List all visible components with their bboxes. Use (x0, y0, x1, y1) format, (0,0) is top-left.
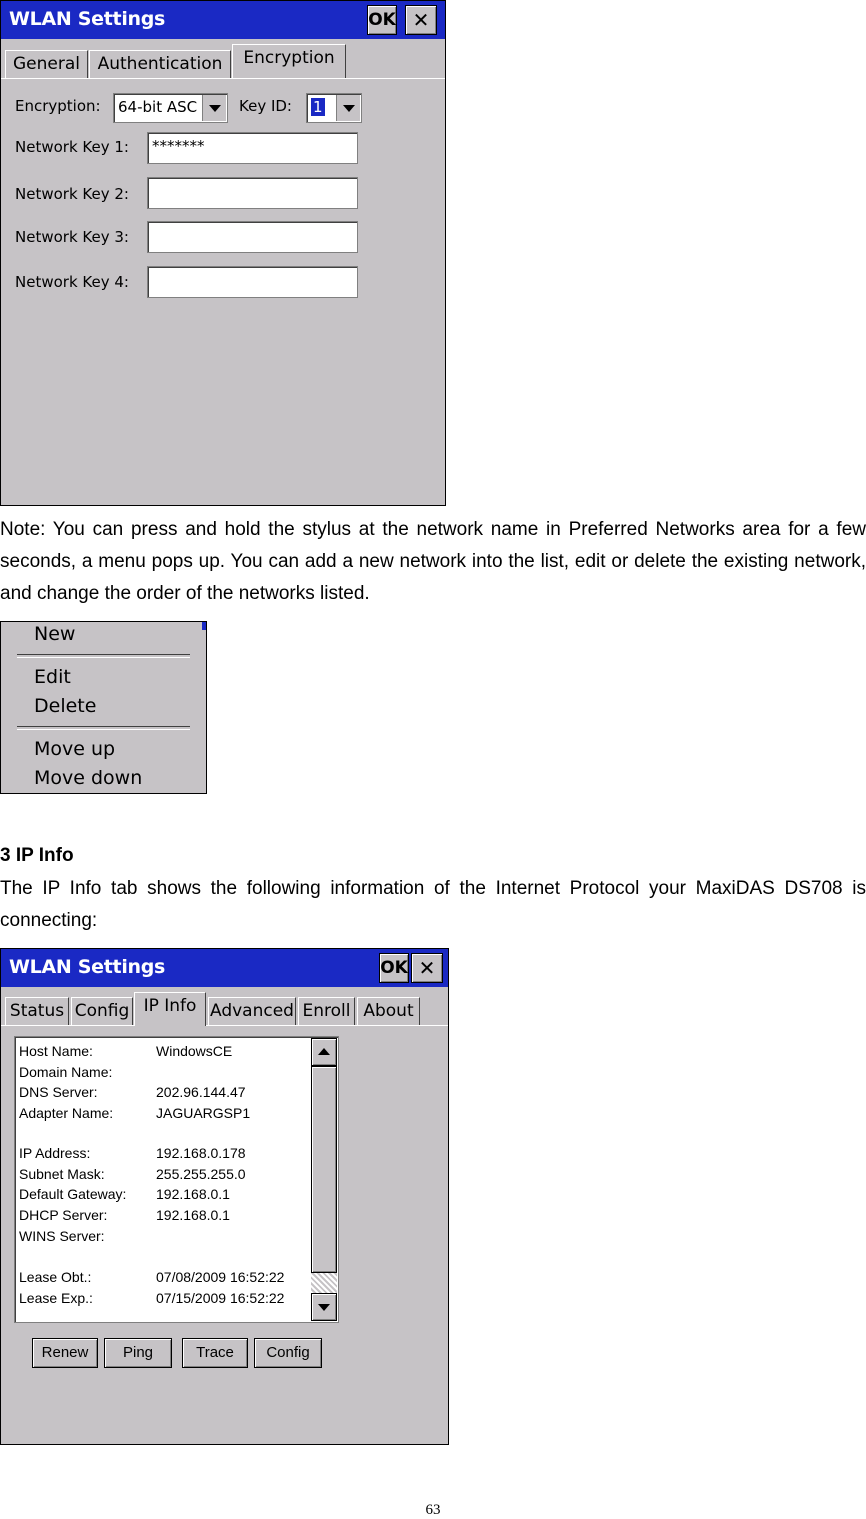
encryption-dialog: WLAN Settings OK ✕ General Authenticatio… (0, 0, 446, 506)
dhcp-server-label: DHCP Server: (19, 1207, 108, 1223)
note-paragraph: Note: You can press and hold the stylus … (0, 519, 866, 604)
context-menu: New Edit Delete Move up Move down (0, 621, 207, 794)
dialog-title-bar: WLAN Settings OK ✕ (1, 949, 448, 987)
network-key-2-field[interactable] (147, 177, 358, 209)
menu-separator (17, 654, 190, 658)
menu-item-move-down[interactable]: Move down (34, 767, 142, 789)
scroll-up-icon[interactable] (311, 1038, 337, 1066)
encryption-select-value: 64-bit ASC (118, 98, 198, 116)
subnet-mask-label: Subnet Mask: (19, 1166, 105, 1182)
network-key-3-field[interactable] (147, 221, 358, 253)
tab-enroll[interactable]: Enroll (298, 997, 355, 1025)
menu-item-new[interactable]: New (34, 623, 75, 645)
keyid-select[interactable]: 1 (306, 93, 362, 123)
subnet-mask-value: 255.255.255.0 (156, 1166, 246, 1182)
scrollbar-track[interactable] (311, 1273, 337, 1293)
tab-ip-info[interactable]: IP Info (134, 992, 206, 1026)
network-key-1-label: Network Key 1: (15, 138, 129, 156)
trace-button[interactable]: Trace (182, 1338, 248, 1368)
menu-item-move-up[interactable]: Move up (34, 738, 115, 760)
menu-item-edit[interactable]: Edit (34, 666, 71, 688)
ping-button[interactable]: Ping (104, 1338, 172, 1368)
section-heading: 3 IP Info (0, 845, 74, 866)
network-key-2-label: Network Key 2: (15, 185, 129, 203)
host-name-value: WindowsCE (156, 1043, 233, 1059)
scrollbar-thumb[interactable] (311, 1066, 337, 1273)
tab-advanced[interactable]: Advanced (208, 997, 296, 1025)
config-button[interactable]: Config (254, 1338, 322, 1368)
encryption-select[interactable]: 64-bit ASC (113, 93, 228, 123)
lease-expires-value: 07/15/2009 16:52:22 (156, 1290, 285, 1306)
default-gateway-label: Default Gateway: (19, 1186, 127, 1202)
tab-divider (1, 78, 445, 79)
tab-about[interactable]: About (357, 997, 420, 1025)
dialog-title: WLAN Settings (9, 956, 166, 978)
menu-separator (17, 726, 190, 730)
network-key-3-label: Network Key 3: (15, 228, 129, 246)
tab-divider (1, 1025, 448, 1026)
encryption-label: Encryption: (15, 97, 101, 115)
section-body: The IP Info tab shows the following info… (0, 878, 866, 931)
wins-server-label: WINS Server: (19, 1228, 105, 1244)
close-button[interactable]: ✕ (405, 5, 437, 35)
ip-address-value: 192.168.0.178 (156, 1145, 246, 1161)
ok-button[interactable]: OK (367, 5, 397, 35)
dns-server-value: 202.96.144.47 (156, 1084, 246, 1100)
dialog-title-bar: WLAN Settings OK ✕ (1, 1, 445, 39)
network-key-4-field[interactable] (147, 266, 358, 298)
adapter-name-value: JAGUARGSP1 (156, 1105, 251, 1121)
ok-button[interactable]: OK (379, 953, 409, 983)
menu-item-delete[interactable]: Delete (34, 695, 96, 717)
chevron-down-icon[interactable] (336, 95, 360, 121)
tab-authentication[interactable]: Authentication (89, 50, 231, 78)
tab-encryption[interactable]: Encryption (232, 44, 346, 78)
tab-status[interactable]: Status (5, 997, 69, 1025)
vertical-scrollbar[interactable] (311, 1038, 337, 1321)
dhcp-server-value: 192.168.0.1 (156, 1207, 230, 1223)
tab-general[interactable]: General (5, 50, 88, 78)
chevron-down-icon[interactable] (202, 95, 226, 121)
lease-obtained-label: Lease Obt.: (19, 1269, 92, 1285)
network-key-1-field[interactable]: ******* (147, 132, 358, 164)
network-key-4-label: Network Key 4: (15, 273, 129, 291)
scroll-down-icon[interactable] (311, 1293, 337, 1321)
default-gateway-value: 192.168.0.1 (156, 1186, 230, 1202)
close-button[interactable]: ✕ (411, 953, 443, 983)
menu-backdrop-edge (202, 622, 206, 630)
page-number: 63 (425, 1502, 441, 1518)
lease-expires-label: Lease Exp.: (19, 1290, 93, 1306)
lease-obtained-value: 07/08/2009 16:52:22 (156, 1269, 285, 1285)
renew-button[interactable]: Renew (32, 1338, 98, 1368)
ip-info-list[interactable]: Host Name: WindowsCE Domain Name: DNS Se… (14, 1036, 339, 1323)
dialog-title: WLAN Settings (9, 8, 166, 30)
adapter-name-label: Adapter Name: (19, 1105, 114, 1121)
tab-config[interactable]: Config (71, 997, 133, 1025)
keyid-select-value: 1 (311, 98, 325, 116)
dns-server-label: DNS Server: (19, 1084, 98, 1100)
ip-address-label: IP Address: (19, 1145, 91, 1161)
keyid-label: Key ID: (239, 97, 292, 115)
domain-name-label: Domain Name: (19, 1064, 113, 1080)
host-name-label: Host Name: (19, 1043, 93, 1059)
